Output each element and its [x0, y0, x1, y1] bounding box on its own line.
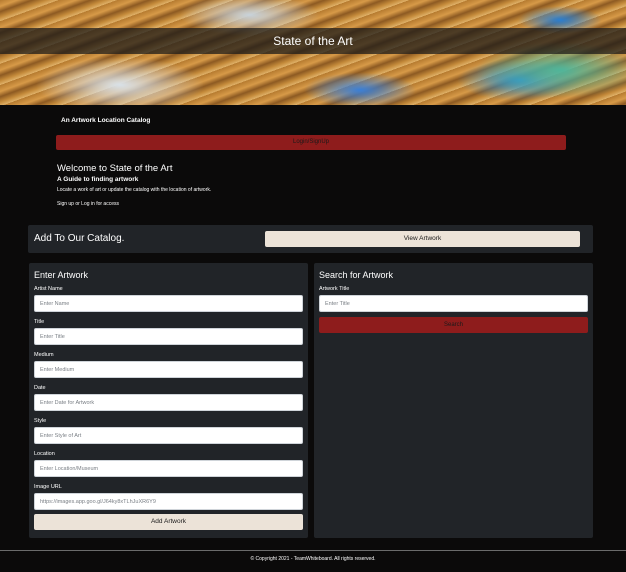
medium-input[interactable]	[34, 361, 303, 378]
hero-title-bar: State of the Art	[0, 28, 626, 54]
title-input[interactable]	[34, 328, 303, 345]
hero-banner: State of the Art	[0, 0, 626, 105]
search-artwork-panel: Search for Artwork Artwork Title Search	[314, 263, 593, 538]
artist-name-label: Artist Name	[34, 286, 63, 292]
search-title-input[interactable]	[319, 295, 588, 312]
location-input[interactable]	[34, 460, 303, 477]
welcome-subheading: A Guide to finding artwork	[57, 176, 139, 183]
add-artwork-button[interactable]: Add Artwork	[34, 514, 303, 530]
date-input[interactable]	[34, 394, 303, 411]
date-label: Date	[34, 385, 46, 391]
medium-label: Medium	[34, 352, 54, 358]
welcome-heading: Welcome to State of the Art	[57, 163, 173, 174]
add-to-catalog-bar: Add To Our Catalog. View Artwork	[28, 225, 593, 253]
welcome-description: Locate a work of art or update the catal…	[57, 187, 212, 193]
style-label: Style	[34, 418, 47, 424]
search-button[interactable]: Search	[319, 317, 588, 333]
sign-in-prompt: Sign up or Log in for access	[57, 201, 119, 207]
search-artwork-heading: Search for Artwork	[319, 270, 394, 280]
footer-copyright: © Copyright 2021 - TeamWhiteboard. All r…	[250, 556, 376, 562]
view-artwork-button[interactable]: View Artwork	[265, 231, 580, 247]
location-label: Location	[34, 451, 55, 457]
page-title: State of the Art	[273, 34, 353, 48]
title-label: Title	[34, 319, 45, 325]
artwork-title-label: Artwork Title	[319, 286, 350, 292]
catalog-subtitle: An Artwork Location Catalog	[61, 117, 151, 124]
image-url-input[interactable]	[34, 493, 303, 510]
artist-name-input[interactable]	[34, 295, 303, 312]
footer-divider	[0, 550, 626, 551]
catalog-heading: Add To Our Catalog.	[34, 233, 125, 244]
style-input[interactable]	[34, 427, 303, 444]
image-url-label: Image URL	[34, 484, 62, 490]
enter-artwork-heading: Enter Artwork	[34, 270, 89, 280]
enter-artwork-panel: Enter Artwork Artist Name Title Medium D…	[29, 263, 308, 538]
login-signup-button[interactable]: Login/SignUp	[56, 135, 566, 150]
